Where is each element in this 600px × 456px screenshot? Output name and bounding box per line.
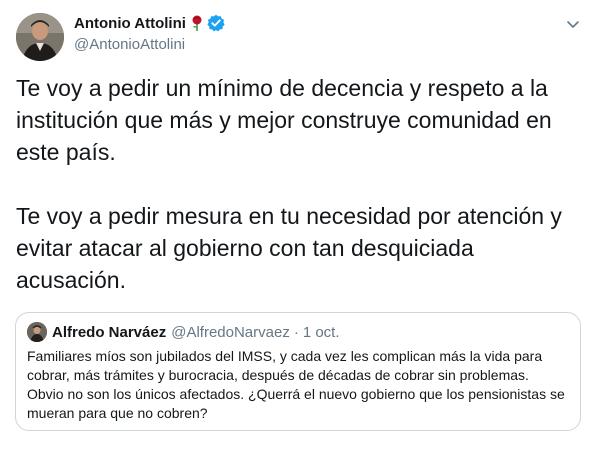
quoted-timestamp: 1 oct. [302,323,340,341]
quoted-profile-photo-icon [27,322,47,342]
author-handle[interactable]: @AntonioAttolini [74,36,225,53]
author-display-name[interactable]: Antonio Attolini [74,15,186,32]
tweet: Antonio Attolini @AntonioAttolini Te voy… [0,0,600,456]
tweet-paragraph: Te voy a pedir un mínimo de decencia y r… [16,75,552,165]
quoted-tweet-header: Alfredo Narváez @AlfredoNarvaez · 1 oct. [27,322,340,342]
tweet-paragraph: Te voy a pedir mesura en tu necesidad po… [16,203,562,293]
quoted-author-handle: @AlfredoNarvaez [171,323,290,341]
profile-photo-icon [16,13,64,61]
author-avatar[interactable] [16,13,64,61]
verified-icon [207,14,225,32]
quoted-tweet-card[interactable]: Alfredo Narváez @AlfredoNarvaez · 1 oct.… [15,312,581,431]
quoted-author-name: Alfredo Narváez [52,323,167,341]
author-name-row: Antonio Attolini [74,13,225,33]
tweet-text: Te voy a pedir un mínimo de decencia y r… [16,72,576,296]
chevron-down-icon[interactable] [565,16,581,32]
quoted-author-avatar [27,322,47,342]
quoted-separator: · [293,323,299,341]
quoted-tweet-text: Familiares míos son jubilados del IMSS, … [27,348,565,421]
author-info: Antonio Attolini @AntonioAttolini [74,13,225,53]
rose-icon [190,15,204,31]
